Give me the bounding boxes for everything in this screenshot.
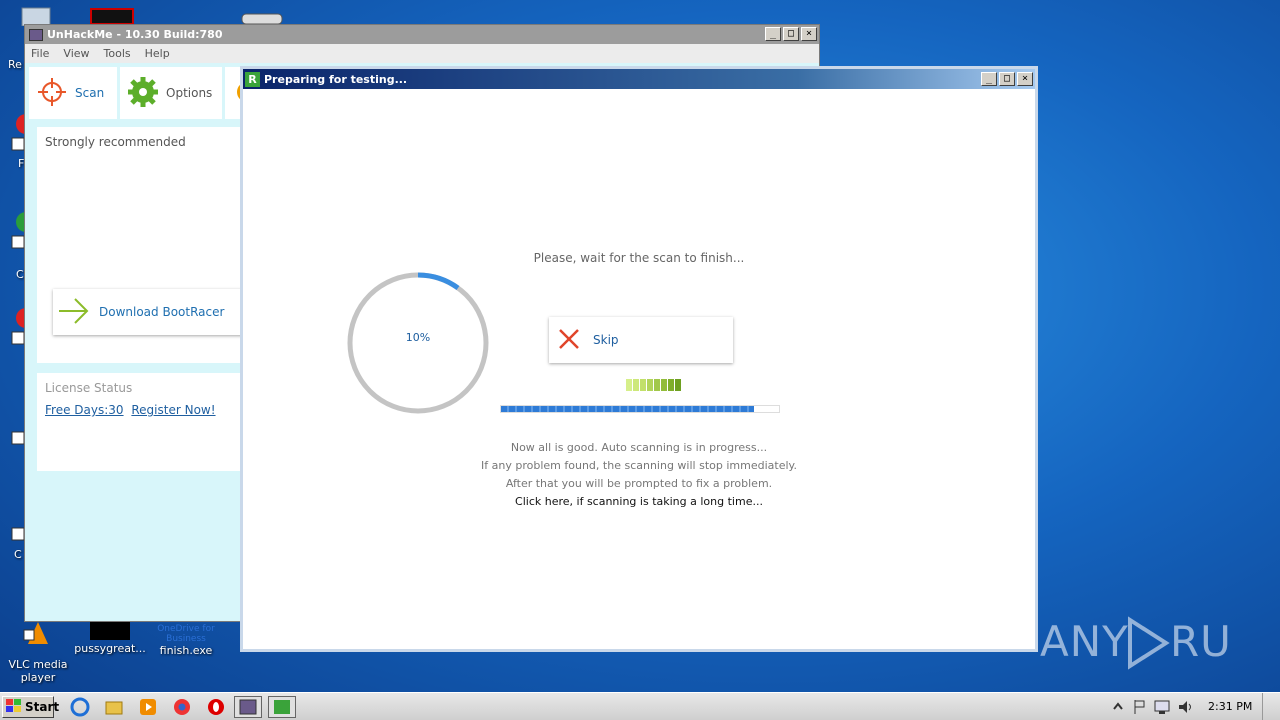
gear-icon: [128, 76, 158, 110]
skip-button[interactable]: Skip: [549, 317, 733, 363]
activity-block: [661, 379, 667, 391]
desktop-edge-label-0: Re: [8, 58, 22, 71]
taskbar: Start 2:31 PM: [0, 692, 1280, 720]
unhackme-taskbar-button[interactable]: [234, 696, 262, 718]
network-icon[interactable]: [1152, 697, 1172, 717]
scan-progress-fill: [501, 406, 754, 412]
menu-file[interactable]: File: [31, 47, 49, 60]
black-file-icon: [90, 620, 130, 640]
taskbar-clock[interactable]: 2:31 PM: [1208, 700, 1252, 713]
activity-block: [647, 379, 653, 391]
license-links: Free Days:30 Register Now!: [45, 403, 220, 417]
info-line: After that you will be prompted to fix a…: [505, 477, 773, 490]
windows-logo-icon: [6, 698, 22, 716]
show-hidden-icons-icon[interactable]: [1108, 697, 1128, 717]
volume-icon[interactable]: [1176, 697, 1196, 717]
svg-text:ANY: ANY: [1040, 617, 1129, 666]
desktop-icon-label: finish.exe: [159, 644, 213, 657]
scan-progress-window: R Preparing for testing... _ □ × Please,…: [240, 66, 1038, 652]
recycle-bin-icon[interactable]: [18, 6, 54, 27]
vlc-icon: [18, 620, 58, 656]
skip-label: Skip: [593, 333, 619, 347]
close-button[interactable]: ×: [1017, 72, 1033, 86]
r-app-icon: R: [245, 71, 260, 87]
anyrun-logo: ANY RUN: [1040, 616, 1236, 670]
media-player-icon[interactable]: [138, 697, 158, 717]
scan-window-titlebar[interactable]: R Preparing for testing...: [243, 69, 1035, 89]
show-desktop-button[interactable]: [1262, 693, 1278, 720]
close-x-icon: [557, 327, 581, 354]
activity-block: [654, 379, 660, 391]
long-time-link[interactable]: Click here, if scanning is taking a long…: [243, 493, 1035, 511]
unhackme-titlebar[interactable]: UnHackMe - 10.30 Build:780: [25, 25, 819, 44]
scan-window-taskbar-button[interactable]: [268, 696, 296, 718]
scan-progress-bar: [500, 405, 780, 413]
free-days-link[interactable]: Free Days:30: [45, 403, 124, 417]
desktop-icon-finish-exe[interactable]: OneDrive for Business finish.exe: [148, 624, 224, 657]
desktop-icon-vlc[interactable]: VLC media player: [0, 620, 76, 684]
download-bootracer-label: Download BootRacer: [99, 305, 225, 319]
start-button[interactable]: Start: [2, 696, 59, 718]
tab-scan[interactable]: Scan: [29, 67, 117, 119]
minimize-button[interactable]: _: [981, 72, 997, 86]
scan-info: Now all is good. Auto scanning is in pro…: [243, 439, 1035, 511]
opera-icon[interactable]: [206, 697, 226, 717]
minimize-button[interactable]: _: [765, 27, 781, 41]
unhackme-menubar: File View Tools Help: [25, 44, 819, 63]
activity-indicator: [626, 379, 681, 391]
activity-block: [633, 379, 639, 391]
unhackme-window-controls: _ □ ×: [765, 27, 817, 41]
activity-block: [668, 379, 674, 391]
desktop-icon-pussygreat[interactable]: pussygreat...: [72, 620, 148, 655]
action-center-flag-icon[interactable]: [1130, 697, 1150, 717]
activity-block: [626, 379, 632, 391]
desktop-icon-top-red[interactable]: [90, 8, 134, 25]
progress-percent-label: 10%: [405, 331, 431, 344]
activity-block: [675, 379, 681, 391]
tab-scan-label: Scan: [75, 86, 105, 100]
license-heading: License Status: [45, 381, 133, 395]
onedrive-badge: OneDrive for Business: [157, 624, 215, 644]
info-line: Now all is good. Auto scanning is in pro…: [510, 441, 768, 454]
start-label: Start: [25, 700, 60, 714]
chrome-icon[interactable]: [172, 697, 192, 717]
tab-options-label: Options: [166, 86, 213, 100]
ie-icon[interactable]: [70, 697, 90, 717]
register-now-link[interactable]: Register Now!: [131, 403, 215, 417]
scan-window-controls: _ □ ×: [981, 72, 1033, 86]
desktop-icon-label: VLC media player: [8, 658, 68, 684]
download-bootracer-button[interactable]: Download BootRacer: [53, 289, 247, 335]
explorer-folder-icon[interactable]: [104, 697, 124, 717]
unhackme-title: UnHackMe - 10.30 Build:780: [47, 28, 223, 41]
menu-view[interactable]: View: [63, 47, 89, 60]
recommended-heading: Strongly recommended: [45, 135, 186, 149]
unhackme-app-icon: [29, 28, 43, 41]
tab-options[interactable]: Options: [120, 67, 222, 119]
recommended-panel: Strongly recommended Download BootRacer: [37, 127, 247, 363]
license-panel: License Status Free Days:30 Register Now…: [37, 373, 247, 471]
crosshair-icon: [37, 77, 67, 110]
wait-message: Please, wait for the scan to finish...: [533, 251, 745, 265]
arrow-right-icon: [57, 296, 91, 329]
desktop-icon-label: pussygreat...: [74, 642, 146, 655]
svg-text:RUN: RUN: [1170, 617, 1236, 666]
desktop-edge-label-2: C: [16, 268, 24, 281]
desktop-icon-top-drive[interactable]: [240, 12, 284, 25]
maximize-button[interactable]: □: [783, 27, 799, 41]
maximize-button[interactable]: □: [999, 72, 1015, 86]
desktop-edge-label-3: C: [14, 548, 22, 561]
menu-help[interactable]: Help: [145, 47, 170, 60]
anyrun-watermark: ANY RUN: [1040, 610, 1240, 670]
scan-window-title: Preparing for testing...: [264, 72, 408, 86]
activity-block: [640, 379, 646, 391]
menu-tools[interactable]: Tools: [104, 47, 131, 60]
info-line: If any problem found, the scanning will …: [481, 459, 797, 472]
close-button[interactable]: ×: [801, 27, 817, 41]
